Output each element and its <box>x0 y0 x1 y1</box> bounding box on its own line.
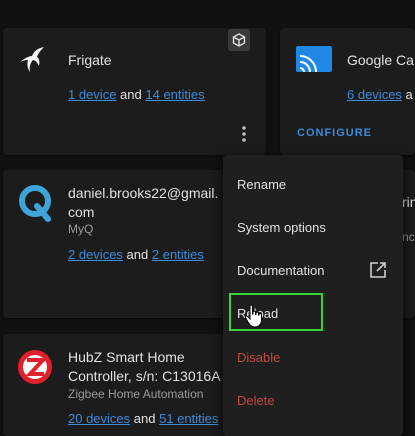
card-title: Google Ca <box>347 52 414 68</box>
card-links: 1 device and 14 entities <box>68 87 205 102</box>
entities-link[interactable]: 2 entities <box>152 247 204 262</box>
frigate-bird-icon <box>17 44 47 79</box>
myq-logo-icon <box>17 184 53 227</box>
and-text: and <box>126 247 149 262</box>
menu-item-rename[interactable]: Rename <box>223 169 403 199</box>
entities-link[interactable]: 14 entities <box>145 87 204 102</box>
hand-pointer-icon <box>244 304 264 333</box>
card-subtitle: MyQ <box>68 222 94 236</box>
integration-card-google-cast: Google Ca 6 devices a CONFIGURE <box>280 28 415 155</box>
card-links: 20 devices and 51 entities <box>68 411 218 426</box>
partial-title: rin <box>402 194 415 210</box>
overflow-menu-button[interactable] <box>236 124 252 144</box>
card-subtitle: Zigbee Home Automation <box>68 387 204 401</box>
partial-subtitle: nc <box>402 230 415 244</box>
menu-item-label: Documentation <box>237 262 325 278</box>
menu-item-disable[interactable]: Disable <box>223 342 403 372</box>
menu-item-label: Rename <box>237 176 287 192</box>
card-title-line1: daniel.brooks22@gmail. <box>68 185 219 201</box>
entities-link[interactable]: 51 entities <box>159 411 218 426</box>
and-text: and <box>120 87 142 102</box>
zha-logo-icon <box>17 349 53 390</box>
menu-item-delete[interactable]: Delete <box>223 385 403 415</box>
integration-card-frigate: Frigate 1 device and 14 entities <box>3 28 266 155</box>
menu-item-label: System options <box>237 219 326 235</box>
card-title-line1: HubZ Smart Home <box>68 349 185 365</box>
open-in-new-icon <box>369 261 387 282</box>
menu-item-system-options[interactable]: System options <box>223 212 403 242</box>
and-text: a <box>405 87 413 102</box>
devices-link[interactable]: 2 devices <box>68 247 123 262</box>
menu-item-label: Delete <box>237 392 275 408</box>
configure-button[interactable]: CONFIGURE <box>297 127 372 139</box>
devices-link[interactable]: 1 device <box>68 87 116 102</box>
card-title-line2: com <box>68 204 95 220</box>
devices-link[interactable]: 20 devices <box>68 411 130 426</box>
devices-link[interactable]: 6 devices <box>347 87 402 102</box>
and-text: and <box>133 411 156 426</box>
menu-item-label: Disable <box>237 349 281 365</box>
menu-item-documentation[interactable]: Documentation <box>223 255 403 285</box>
card-links: 6 devices a <box>347 87 413 102</box>
card-title: Frigate <box>68 52 112 68</box>
card-links: 2 devices and 2 entities <box>68 247 204 262</box>
google-cast-icon <box>296 46 332 77</box>
card-title-line2: Controller, s/n: C13016A <box>68 368 221 384</box>
cloud-package-icon <box>228 29 250 51</box>
